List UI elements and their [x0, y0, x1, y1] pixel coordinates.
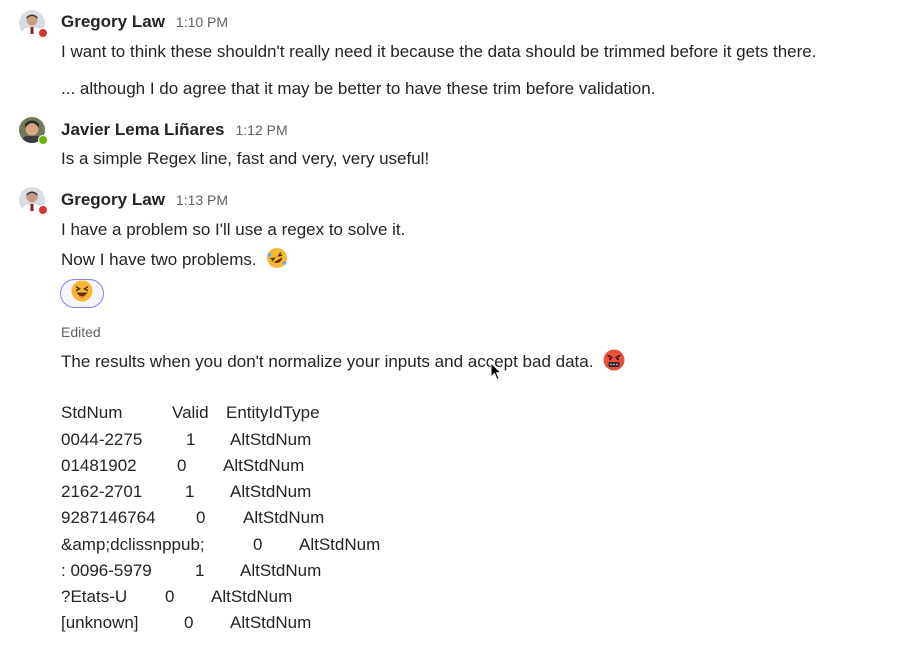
table-cell: AltStdNum [230, 430, 312, 449]
message-text-line: The results when you don't normalize you… [61, 348, 626, 373]
table-cell: AltStdNum [230, 613, 312, 632]
table-cell: [unknown] [61, 613, 139, 632]
edited-label: Edited [61, 324, 101, 340]
message-text: The results when you don't normalize you… [61, 352, 594, 371]
table-row: 01481902 0 AltStdNum [61, 455, 304, 477]
message-text: ... although I do agree that it may be b… [61, 79, 656, 98]
table-row: 9287146764 0 AltStdNum [61, 507, 324, 529]
message-text: Now I have two problems. [61, 250, 257, 269]
presence-busy-icon [38, 205, 48, 215]
table-cell: : 0096-5979 [61, 561, 152, 580]
table-cell: AltStdNum [299, 535, 381, 554]
table-cell: ?Etats-U [61, 587, 128, 606]
table-cell: 0 [177, 456, 187, 475]
presence-available-icon [38, 135, 48, 145]
table-row: [unknown] 0 AltStdNum [61, 612, 311, 634]
table-cell: AltStdNum [240, 561, 322, 580]
message-header: Javier Lema Liñares 1:12 PM [61, 120, 288, 142]
avatar-gregory-law[interactable] [19, 10, 48, 38]
message-text: I want to think these shouldn't really n… [61, 42, 817, 61]
table-header-cell: Valid [172, 403, 209, 422]
rolling-on-floor-laughing-icon [265, 246, 289, 270]
table-header-cell: StdNum [61, 403, 123, 422]
reaction-laughing-button[interactable] [60, 279, 104, 308]
table-cell: 1 [186, 430, 196, 449]
timestamp: 1:10 PM [175, 14, 229, 30]
table-header-cell: EntityIdType [226, 403, 320, 422]
table-cell: 9287146764 [61, 508, 156, 527]
table-cell: 0 [184, 613, 194, 632]
author-name[interactable]: Gregory Law [61, 12, 165, 32]
message-text: Is a simple Regex line, fast and very, v… [61, 149, 430, 168]
message-text: I have a problem so I'll use a regex to … [61, 220, 406, 239]
table-cell: 0 [165, 587, 175, 606]
table-cell: 0 [196, 508, 206, 527]
author-name[interactable]: Javier Lema Liñares [61, 120, 224, 140]
table-row: ?Etats-U 0 AltStdNum [61, 586, 292, 608]
timestamp: 1:12 PM [235, 122, 288, 138]
presence-busy-icon [38, 28, 48, 38]
author-name[interactable]: Gregory Law [61, 190, 165, 210]
table-header: StdNum Valid EntityIdType [61, 402, 320, 424]
cursing-face-icon [602, 348, 626, 372]
table-cell: 0 [253, 535, 263, 554]
table-cell: AltStdNum [230, 482, 312, 501]
message-header: Gregory Law 1:10 PM [61, 12, 228, 34]
message-text-line: Now I have two problems. [61, 246, 289, 271]
timestamp: 1:13 PM [175, 192, 229, 208]
avatar-gregory-law[interactable] [19, 187, 48, 215]
table-cell: 0044-2275 [61, 430, 143, 449]
laughing-emoji-icon [70, 279, 94, 308]
table-cell: 01481902 [61, 456, 137, 475]
mouse-cursor-icon [490, 361, 503, 381]
table-cell: 1 [195, 561, 205, 580]
table-row: &amp;dclissnppub; 0 AltStdNum [61, 534, 380, 556]
table-row: 0044-2275 1 AltStdNum [61, 429, 311, 451]
table-cell: AltStdNum [223, 456, 305, 475]
table-cell: 2162-2701 [61, 482, 143, 501]
table-row: : 0096-5979 1 AltStdNum [61, 560, 321, 582]
message-header: Gregory Law 1:13 PM [61, 190, 228, 212]
table-cell: AltStdNum [211, 587, 293, 606]
table-cell: 1 [185, 482, 195, 501]
avatar-javier-lema[interactable] [19, 117, 48, 145]
table-row: 2162-2701 1 AltStdNum [61, 481, 311, 503]
table-cell: &amp;dclissnppub; [61, 535, 205, 554]
table-cell: AltStdNum [243, 508, 325, 527]
